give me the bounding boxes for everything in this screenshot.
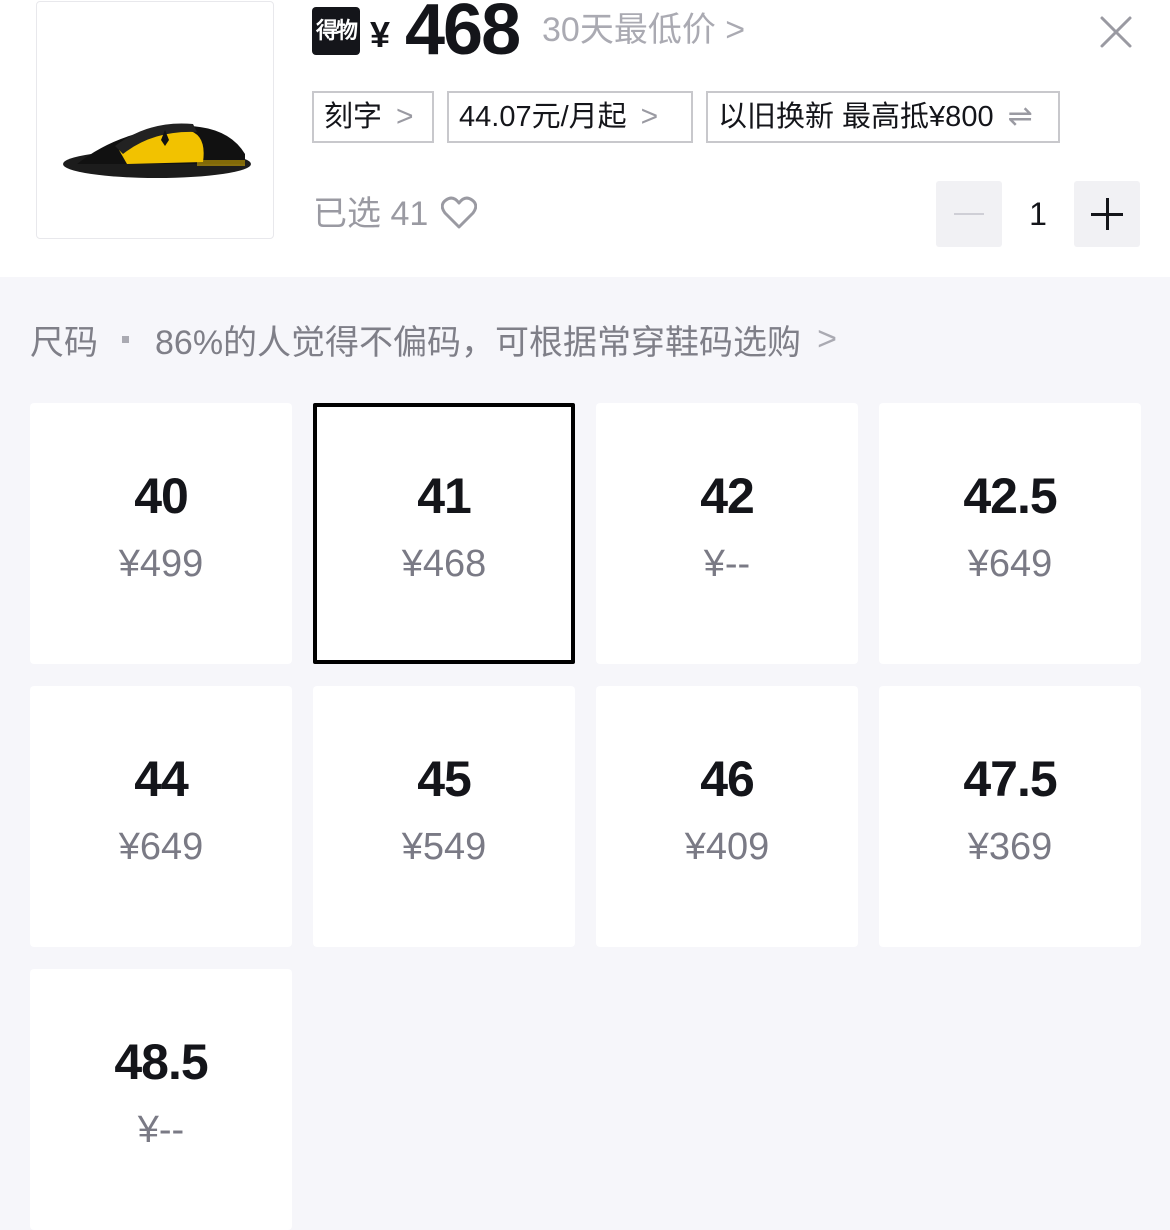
size-option-41[interactable]: 41 ¥468 [313,403,575,664]
sandal-image [63,123,251,178]
chevron-right-icon: > [817,319,837,358]
size-price: ¥649 [967,543,1053,585]
heart-icon [440,196,478,229]
size-label: 42.5 [963,468,1057,524]
engraving-label: 刻字 [324,101,383,133]
size-option-40[interactable]: 40 ¥499 [30,403,292,664]
product-image[interactable] [36,1,274,239]
favorite-button[interactable] [440,196,478,235]
size-option-48-5[interactable]: 48.5 ¥-- [30,969,292,1230]
size-price: ¥649 [118,826,204,868]
size-price: ¥-- [703,543,751,585]
trade-in-label: 以旧换新 最高抵¥800 [718,101,994,133]
size-label: 45 [417,751,472,807]
lowest-price-30d-link[interactable]: 30天最低价 > [542,10,745,50]
installment-label: 44.07元/月起 [459,101,627,133]
trade-in-tag[interactable]: 以旧换新 最高抵¥800 ⇌ [706,91,1060,143]
engraving-tag[interactable]: 刻字 > [312,91,434,143]
quantity-decrease-button[interactable] [936,181,1002,247]
size-price: ¥-- [137,1109,185,1151]
size-label: 41 [417,468,472,524]
size-option-47-5[interactable]: 47.5 ¥369 [879,686,1141,947]
size-label: 40 [134,468,189,524]
separator-dot [122,335,129,343]
size-grid: 40 ¥499 41 ¥468 42 ¥-- 42.5 ¥649 44 ¥649… [30,403,1141,1230]
size-guide-link[interactable]: 尺码 86%的人觉得不偏码，可根据常穿鞋码选购 > [30,316,837,362]
installment-tag[interactable]: 44.07元/月起 > [447,91,693,143]
size-price: ¥499 [118,543,204,585]
quantity-increase-button[interactable] [1074,181,1140,247]
size-option-46[interactable]: 46 ¥409 [596,686,858,947]
chevron-right-icon: > [396,100,414,133]
brand-logo: 得物 [312,7,360,55]
size-label: 47.5 [963,751,1057,807]
size-price: ¥549 [401,826,487,868]
size-option-45[interactable]: 45 ¥549 [313,686,575,947]
size-option-42[interactable]: 42 ¥-- [596,403,858,664]
size-option-44[interactable]: 44 ¥649 [30,686,292,947]
product-header: 得物 ¥ 468 30天最低价 > 刻字 > 44.07元/月起 > 以旧换新 … [0,0,1170,277]
currency-symbol: ¥ [370,14,391,55]
size-price: ¥468 [401,543,487,585]
size-option-42-5[interactable]: 42.5 ¥649 [879,403,1141,664]
product-price: 468 [405,0,521,70]
size-label: 46 [700,751,755,807]
size-label: 42 [700,468,755,524]
close-icon [1100,16,1132,48]
size-label: 44 [134,751,189,807]
close-button[interactable] [1092,8,1140,56]
size-label: 48.5 [114,1034,208,1090]
selected-size-label: 已选 41 [313,195,429,233]
swap-icon: ⇌ [1007,100,1033,133]
size-section-title: 尺码 [30,323,98,362]
quantity-value: 1 [1029,196,1047,232]
chevron-right-icon: > [640,100,659,133]
size-price: ¥409 [684,826,770,868]
size-price: ¥369 [967,826,1053,868]
size-fit-hint: 86%的人觉得不偏码，可根据常穿鞋码选购 [155,323,802,362]
